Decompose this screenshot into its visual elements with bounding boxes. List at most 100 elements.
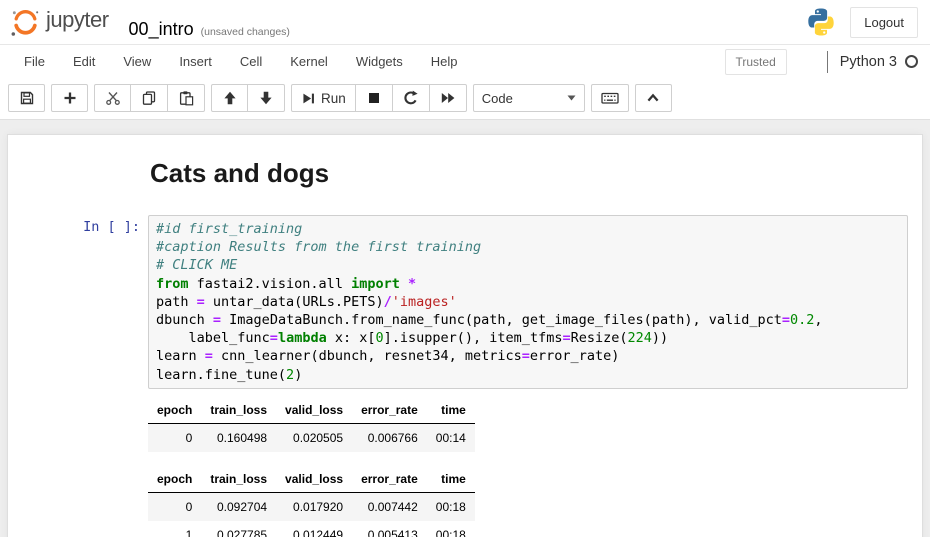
arrow-up-icon <box>222 90 238 106</box>
table-cell: 0.160498 <box>201 423 276 452</box>
table-cell: 0 <box>148 423 201 452</box>
save-button[interactable] <box>8 84 45 112</box>
code-line: learn = cnn_learner(dbunch, resnet34, me… <box>156 347 900 365</box>
stop-icon <box>366 90 382 106</box>
menu-item-widgets[interactable]: Widgets <box>342 45 417 78</box>
notebook-site: Cats and dogs In [ ]: #id first_training… <box>0 120 930 537</box>
code-cell[interactable]: In [ ]: #id first_training#caption Resul… <box>8 215 908 389</box>
table-cell: 00:18 <box>427 492 475 521</box>
command-palette-button[interactable] <box>591 84 629 112</box>
cell-type-select[interactable]: Code <box>473 84 585 112</box>
table-header-time: time <box>427 397 475 424</box>
toolbar: Run Code <box>0 78 930 120</box>
jupyter-logo-icon <box>10 4 46 35</box>
save-icon <box>19 90 35 106</box>
table-row: 10.0277850.0124490.00541300:18 <box>148 521 475 537</box>
fast-forward-icon <box>440 90 456 106</box>
kernel-divider <box>827 51 828 73</box>
table-cell: 0.005413 <box>352 521 427 537</box>
notebook-title[interactable]: 00_intro <box>129 19 194 40</box>
table-row: 00.1604980.0205050.00676600:14 <box>148 423 475 452</box>
trusted-button[interactable]: Trusted <box>725 49 787 75</box>
kernel-name: Python 3 <box>840 54 897 70</box>
jupyter-logo[interactable]: jupyter <box>10 4 109 35</box>
code-line: #id first_training <box>156 220 900 238</box>
table-cell: 00:18 <box>427 521 475 537</box>
training-results-table: epochtrain_lossvalid_losserror_ratetime0… <box>148 397 475 452</box>
table-row: 00.0927040.0179200.00744200:18 <box>148 492 475 521</box>
add-cell-button[interactable] <box>51 84 88 112</box>
menubar: FileEditViewInsertCellKernelWidgetsHelp … <box>0 44 930 78</box>
restart-icon <box>403 90 419 106</box>
move-cell-down-button[interactable] <box>248 84 285 112</box>
checkpoint-status: (unsaved changes) <box>201 26 290 38</box>
table-cell: 0.020505 <box>276 423 352 452</box>
scissors-icon <box>105 90 121 106</box>
table-header-error_rate: error_rate <box>352 397 427 424</box>
table-cell: 0.017920 <box>276 492 352 521</box>
menu-item-edit[interactable]: Edit <box>59 45 109 78</box>
code-line: dbunch = ImageDataBunch.from_name_func(p… <box>156 311 900 329</box>
notebook-container: Cats and dogs In [ ]: #id first_training… <box>7 134 923 537</box>
notebook-header: jupyter 00_intro (unsaved changes) Logou… <box>0 0 930 44</box>
markdown-cell[interactable]: Cats and dogs <box>8 157 908 209</box>
jupyter-logo-text: jupyter <box>46 7 109 33</box>
move-cell-up-button[interactable] <box>211 84 248 112</box>
cell-type-value: Code <box>482 91 513 106</box>
table-header-time: time <box>427 466 475 493</box>
menu-item-cell[interactable]: Cell <box>226 45 276 78</box>
code-line: #caption Results from the first training <box>156 238 900 256</box>
kernel-idle-indicator <box>905 55 918 68</box>
chevron-up-icon <box>645 90 661 106</box>
run-icon <box>301 91 316 106</box>
code-line: learn.fine_tune(2) <box>156 366 900 384</box>
menu-item-view[interactable]: View <box>109 45 165 78</box>
caret-down-icon <box>567 95 576 101</box>
toggle-toolbar-button[interactable] <box>635 84 672 112</box>
cell-outputs: epochtrain_lossvalid_losserror_ratetime0… <box>148 397 908 537</box>
training-results-table: epochtrain_lossvalid_losserror_ratetime0… <box>148 466 475 537</box>
menu-item-file[interactable]: File <box>10 45 59 78</box>
keyboard-icon <box>601 90 619 106</box>
table-header-epoch: epoch <box>148 466 201 493</box>
interrupt-kernel-button[interactable] <box>356 84 393 112</box>
markdown-cell-prompt <box>8 157 148 209</box>
table-header-valid_loss: valid_loss <box>276 466 352 493</box>
copy-cell-button[interactable] <box>131 84 168 112</box>
menu-item-insert[interactable]: Insert <box>165 45 226 78</box>
cut-cell-button[interactable] <box>94 84 131 112</box>
paste-icon <box>178 90 194 106</box>
menu-items: FileEditViewInsertCellKernelWidgetsHelp <box>10 45 472 78</box>
table-cell: 0 <box>148 492 201 521</box>
logout-button[interactable]: Logout <box>850 7 918 38</box>
code-line: path = untar_data(URLs.PETS)/'images' <box>156 293 900 311</box>
run-button-label: Run <box>321 91 346 106</box>
table-header-error_rate: error_rate <box>352 466 427 493</box>
table-cell: 0.092704 <box>201 492 276 521</box>
table-header-valid_loss: valid_loss <box>276 397 352 424</box>
code-line: from fastai2.vision.all import * <box>156 275 900 293</box>
code-line: label_func=lambda x: x[0].isupper(), ite… <box>156 329 900 347</box>
table-cell: 0.012449 <box>276 521 352 537</box>
table-cell: 0.007442 <box>352 492 427 521</box>
paste-cell-button[interactable] <box>168 84 205 112</box>
arrow-down-icon <box>258 90 274 106</box>
table-header-train_loss: train_loss <box>201 466 276 493</box>
table-cell: 1 <box>148 521 201 537</box>
table-header-train_loss: train_loss <box>201 397 276 424</box>
menu-item-help[interactable]: Help <box>417 45 472 78</box>
menu-item-kernel[interactable]: Kernel <box>276 45 342 78</box>
restart-kernel-button[interactable] <box>393 84 430 112</box>
table-header-epoch: epoch <box>148 397 201 424</box>
python-logo-icon <box>806 7 836 37</box>
code-line: # CLICK ME <box>156 256 900 274</box>
input-prompt: In [ ]: <box>8 215 148 389</box>
code-editor[interactable]: #id first_training#caption Results from … <box>148 215 908 389</box>
table-cell: 0.006766 <box>352 423 427 452</box>
output-prompt <box>8 397 148 537</box>
output-cell: epochtrain_lossvalid_losserror_ratetime0… <box>8 397 908 537</box>
restart-run-all-button[interactable] <box>430 84 467 112</box>
run-cell-button[interactable]: Run <box>291 84 356 112</box>
markdown-heading: Cats and dogs <box>150 157 908 189</box>
table-cell: 0.027785 <box>201 521 276 537</box>
